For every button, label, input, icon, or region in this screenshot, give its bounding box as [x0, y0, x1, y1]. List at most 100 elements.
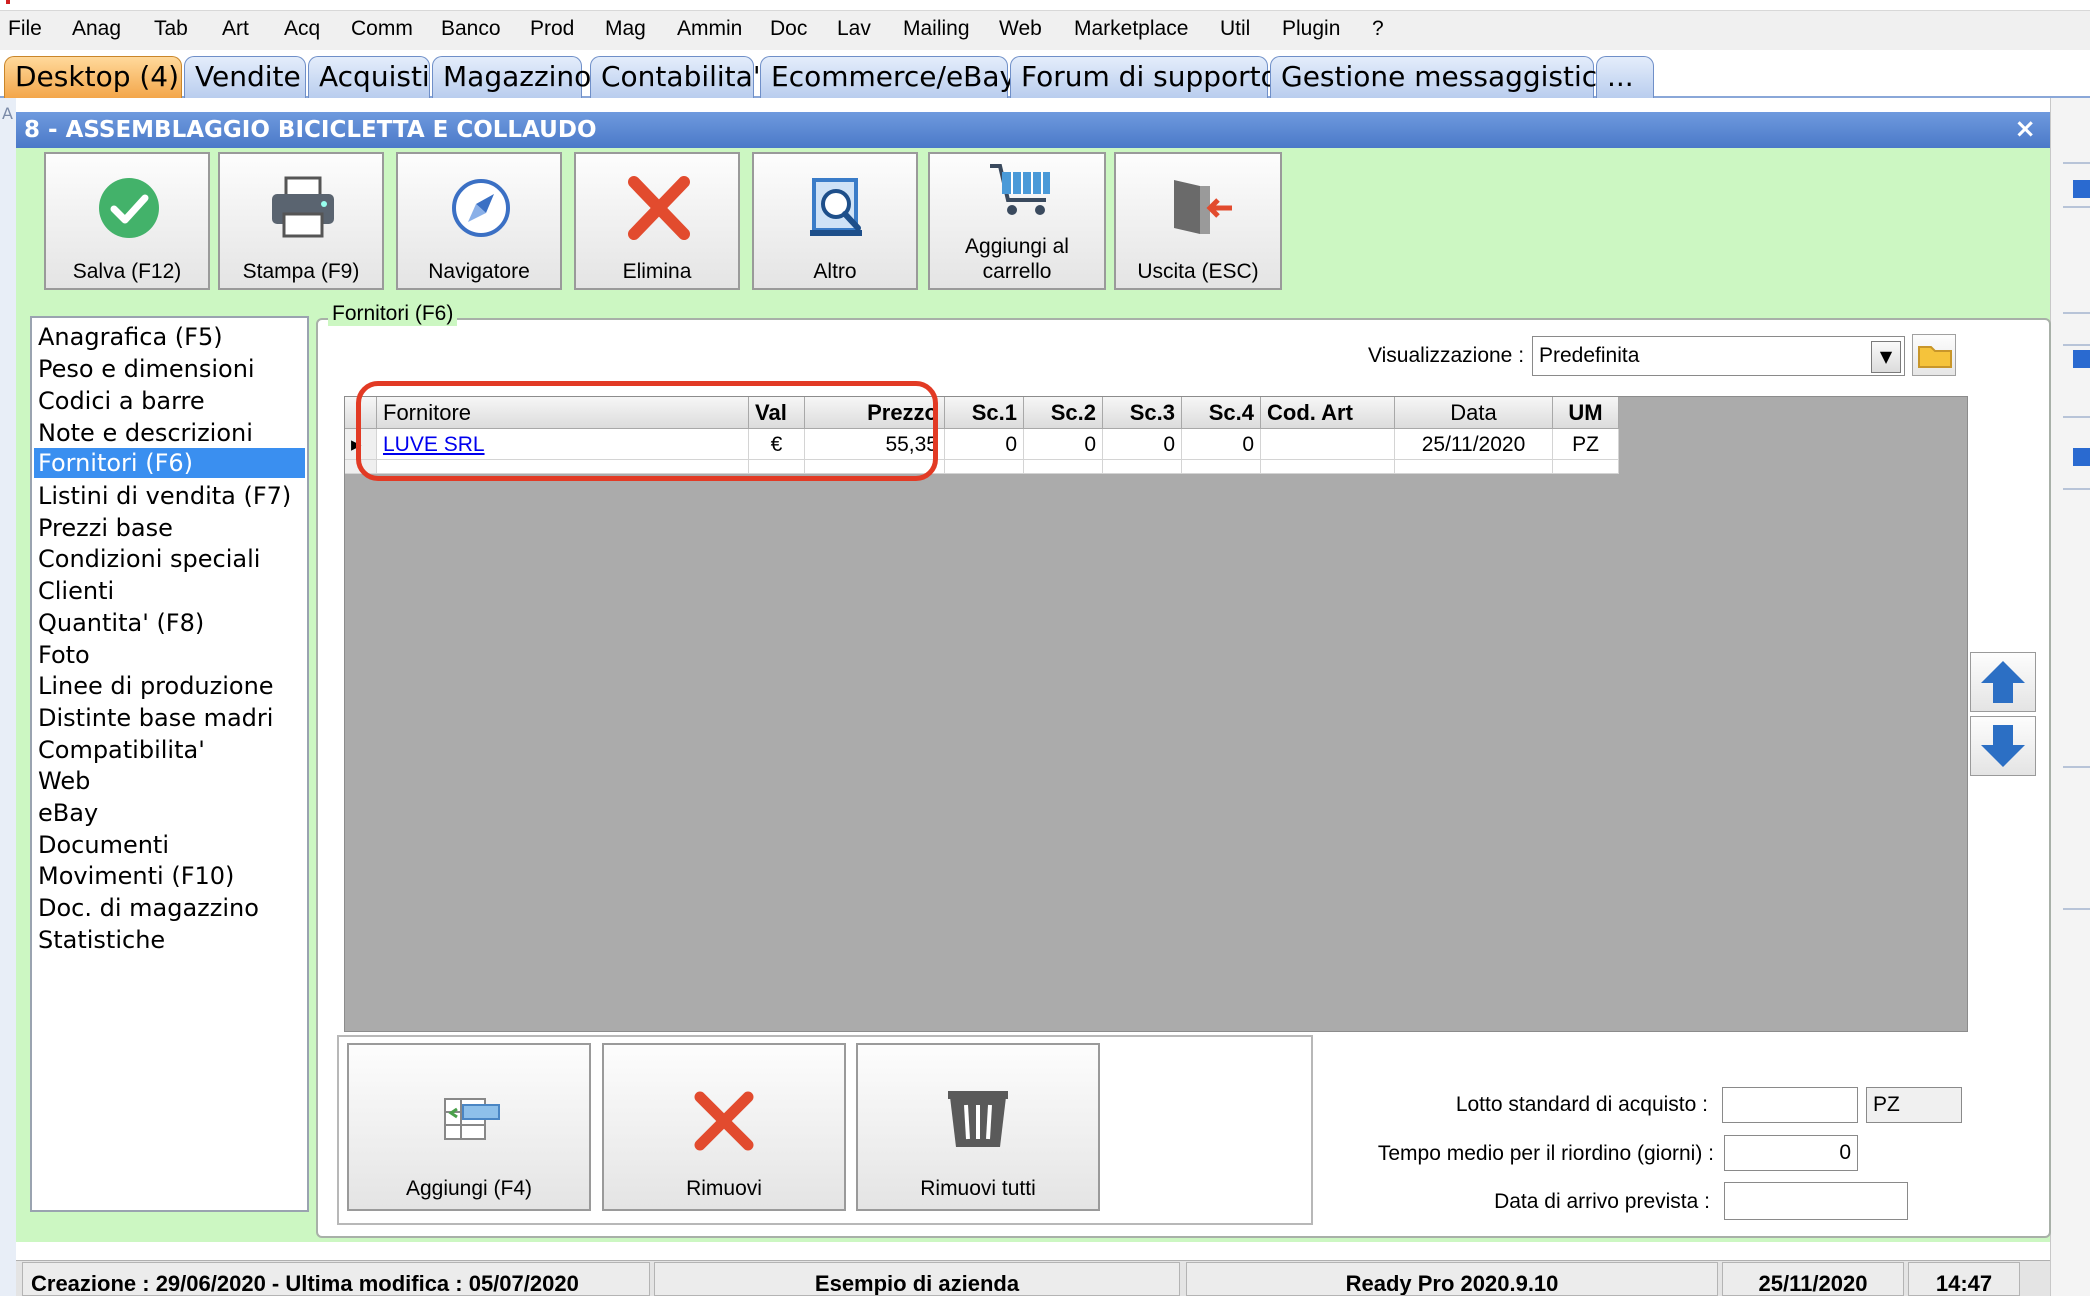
remove-all-button[interactable]: Rimuovi tutti — [856, 1043, 1100, 1211]
nav-item-web[interactable]: Web — [38, 766, 90, 796]
nav-item-foto[interactable]: Foto — [38, 640, 90, 670]
tab-ecommerce[interactable]: Ecommerce/eBay — [760, 56, 1016, 98]
menu-tab[interactable]: Tab — [154, 17, 188, 41]
menu-prod[interactable]: Prod — [530, 17, 574, 41]
suppliers-grid[interactable]: Fornitore Val Prezzo Sc.1 Sc.2 Sc.3 Sc.4… — [344, 396, 1968, 1032]
nav-item-prezzi-base[interactable]: Prezzi base — [38, 513, 173, 543]
table-row-cell-data[interactable]: 25/11/2020 — [1395, 429, 1553, 460]
menu-file[interactable]: File — [8, 17, 42, 41]
exit-button[interactable]: Uscita (ESC) — [1114, 152, 1282, 290]
menu-comm[interactable]: Comm — [351, 17, 413, 41]
nav-item-quantita[interactable]: Quantita' (F8) — [38, 608, 204, 638]
nav-item-movimenti[interactable]: Movimenti (F10) — [38, 861, 234, 891]
col-um[interactable]: UM — [1553, 397, 1619, 429]
print-button[interactable]: Stampa (F9) — [218, 152, 384, 290]
new-row-cell[interactable] — [1261, 460, 1395, 474]
nav-item-documenti[interactable]: Documenti — [38, 830, 169, 860]
nav-item-doc-magazzino[interactable]: Doc. di magazzino — [38, 893, 259, 923]
nav-item-codici[interactable]: Codici a barre — [38, 386, 205, 416]
new-row-cell[interactable] — [1553, 460, 1619, 474]
menu-doc[interactable]: Doc — [770, 17, 807, 41]
menu-anag[interactable]: Anag — [72, 17, 121, 41]
table-row-cell-sc1[interactable]: 0 — [945, 429, 1024, 460]
view-select-value: Predefinita — [1539, 344, 1640, 367]
chevron-down-icon[interactable]: ▼ — [1871, 341, 1901, 373]
new-row-cell[interactable] — [945, 460, 1024, 474]
tab-vendite[interactable]: Vendite — [184, 56, 306, 98]
save-button-label: Salva (F12) — [72, 260, 182, 283]
move-up-button[interactable] — [1970, 652, 2036, 712]
col-cod-art[interactable]: Cod. Art — [1261, 397, 1395, 429]
menu-marketplace[interactable]: Marketplace — [1074, 17, 1188, 41]
nav-item-distinte[interactable]: Distinte base madri — [38, 703, 273, 733]
folder-button[interactable] — [1912, 334, 1956, 376]
nav-item-peso[interactable]: Peso e dimensioni — [38, 354, 255, 384]
window-title-bar[interactable]: 8 - ASSEMBLAGGIO BICICLETTA E COLLAUDO × — [16, 112, 2050, 148]
tab-messaggistica[interactable]: Gestione messaggistica — [1270, 56, 1614, 98]
table-row-cell-sc2[interactable]: 0 — [1024, 429, 1103, 460]
tab-forum[interactable]: Forum di supporto — [1010, 56, 1278, 98]
remove-button[interactable]: Rimuovi — [602, 1043, 846, 1211]
new-row-cell[interactable] — [1395, 460, 1553, 474]
nav-item-linee[interactable]: Linee di produzione — [38, 671, 274, 701]
table-row-cell-sc4[interactable]: 0 — [1182, 429, 1261, 460]
menu-acq[interactable]: Acq — [284, 17, 320, 41]
nav-item-listini[interactable]: Listini di vendita (F7) — [38, 481, 291, 511]
table-row-cell-sc3[interactable]: 0 — [1103, 429, 1182, 460]
nav-item-clienti[interactable]: Clienti — [38, 576, 114, 606]
top-strip — [0, 0, 2090, 10]
nav-item-fornitori[interactable]: Fornitori (F6) — [34, 448, 305, 478]
nav-item-anagrafica[interactable]: Anagrafica (F5) — [38, 322, 223, 352]
col-sc4[interactable]: Sc.4 — [1182, 397, 1261, 429]
menu-art[interactable]: Art — [222, 17, 249, 41]
menu-mailing[interactable]: Mailing — [903, 17, 970, 41]
nav-item-note[interactable]: Note e descrizioni — [38, 418, 253, 448]
menu-lav[interactable]: Lav — [837, 17, 871, 41]
tab-more[interactable]: ... — [1596, 56, 1654, 98]
save-button[interactable]: Salva (F12) — [44, 152, 210, 290]
menu-mag[interactable]: Mag — [605, 17, 646, 41]
more-button[interactable]: Altro — [752, 152, 918, 290]
desktop-edge-glyph: A — [2, 104, 13, 123]
nav-item-statistiche[interactable]: Statistiche — [38, 925, 165, 955]
tab-acquisti[interactable]: Acquisti — [308, 56, 430, 98]
arrival-date-input[interactable] — [1724, 1182, 1908, 1220]
move-down-button[interactable] — [1970, 716, 2036, 776]
menu-plugin[interactable]: Plugin — [1282, 17, 1340, 41]
edge-marker — [2073, 350, 2090, 368]
col-sc1[interactable]: Sc.1 — [945, 397, 1024, 429]
edge-marker — [2073, 448, 2090, 466]
add-to-cart-button[interactable]: Aggiungi al carrello — [928, 152, 1106, 290]
col-sc2[interactable]: Sc.2 — [1024, 397, 1103, 429]
col-data[interactable]: Data — [1395, 397, 1553, 429]
add-button[interactable]: Aggiungi (F4) — [347, 1043, 591, 1211]
tab-desktop[interactable]: Desktop (4) — [4, 56, 182, 98]
menu-ammin[interactable]: Ammin — [677, 17, 742, 41]
delete-button[interactable]: Elimina — [574, 152, 740, 290]
menu-web[interactable]: Web — [999, 17, 1042, 41]
lot-size-label: Lotto standard di acquisto : — [1455, 1093, 1708, 1116]
tab-contabilita[interactable]: Contabilita' — [590, 56, 761, 98]
edge-line — [2063, 312, 2090, 314]
new-row-cell[interactable] — [1024, 460, 1103, 474]
nav-item-compatibilita[interactable]: Compatibilita' — [38, 735, 205, 765]
reorder-time-input[interactable]: 0 — [1724, 1135, 1858, 1171]
table-row-cell-cod-art[interactable] — [1261, 429, 1395, 460]
nav-item-condizioni[interactable]: Condizioni speciali — [38, 544, 260, 574]
menu-util[interactable]: Util — [1220, 17, 1250, 41]
edge-line — [2063, 488, 2090, 490]
new-row-cell[interactable] — [1103, 460, 1182, 474]
remove-all-button-label: Rimuovi tutti — [920, 1177, 1036, 1200]
lot-size-input[interactable] — [1722, 1087, 1858, 1123]
view-select[interactable]: Predefinita ▼ — [1532, 336, 1905, 376]
nav-item-ebay[interactable]: eBay — [38, 798, 98, 828]
tab-magazzino[interactable]: Magazzino — [432, 56, 591, 98]
menu-banco[interactable]: Banco — [441, 17, 501, 41]
navigator-button[interactable]: Navigatore — [396, 152, 562, 290]
menu-help[interactable]: ? — [1372, 17, 1384, 41]
close-icon[interactable]: × — [2014, 114, 2036, 144]
col-sc3[interactable]: Sc.3 — [1103, 397, 1182, 429]
table-row-cell-um[interactable]: PZ — [1553, 429, 1619, 460]
arrow-down-icon — [1981, 725, 2025, 767]
new-row-cell[interactable] — [1182, 460, 1261, 474]
